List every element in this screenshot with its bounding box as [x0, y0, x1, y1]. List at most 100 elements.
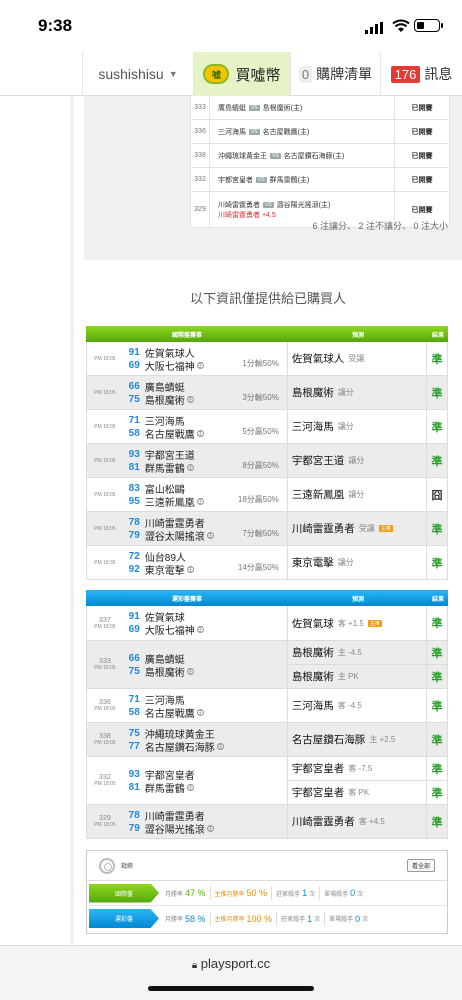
pick-team: 島根魔術 — [291, 671, 334, 683]
home-icon: 主 — [206, 531, 214, 539]
team-score: 78 — [128, 809, 140, 821]
team-name: 東京電擊 — [144, 565, 185, 577]
team-name: 名古屋戰鷹 — [144, 708, 195, 720]
table-row: 337 PM 18:05 91 佐賀氣球 69 大阪七福神主 佐賀氣球客 +1.5 主推準 — [86, 606, 448, 641]
team-score: 66 — [128, 652, 140, 664]
purchase-summary: 6 注讓分、 2 注不讓分、 0 注大小 — [312, 221, 448, 231]
pick-type: 讓分 — [337, 558, 354, 567]
team-score: 93 — [128, 768, 140, 780]
pick-team: 宇都宮皇者 — [291, 787, 345, 799]
pick-type: 受讓 — [358, 524, 375, 533]
time-text: PM 18:05 — [94, 623, 116, 630]
team-line: 81 群馬雷鶴主 — [123, 781, 287, 795]
time-text: PM 18:05 — [94, 491, 116, 498]
user-menu[interactable]: sushishisu ▼ — [82, 52, 194, 96]
game-time: 332 PM 18:05 — [87, 757, 123, 804]
result-mark: 準 — [431, 734, 443, 747]
pick-type: 讓分 — [337, 388, 354, 397]
browser-bar — [0, 945, 462, 1000]
team-score: 72 — [128, 550, 140, 562]
intl-table: 國際盤賽事 預測 結果 PM 18:05 91 佐賀氣球人 69 大阪七福神主 1分輸50% 佐… — [86, 326, 448, 580]
messages-button[interactable]: 176 訊息 — [380, 52, 462, 96]
cart-button[interactable]: 0 購牌清單 — [290, 52, 380, 96]
result-cell: 準 — [427, 410, 447, 443]
pick-type: 主 -4.5 — [337, 648, 362, 657]
team-score: 93 — [128, 448, 140, 460]
team-name: 群馬雷鶴 — [144, 463, 185, 475]
home-icon: 主 — [186, 463, 194, 471]
pick-type: 讓分 — [348, 456, 365, 465]
result-mark: 準 — [431, 353, 443, 366]
teams-cell: 78 川崎雷霆勇者 79 澀谷太陽搖滾主 7分輸50% — [123, 512, 288, 545]
game-time: 336 PM 18:05 — [87, 689, 123, 722]
result-mark: 準 — [431, 387, 443, 400]
team-score: 81 — [128, 461, 140, 473]
team-score: 83 — [128, 482, 140, 494]
lock-icon: 🔒︎ — [191, 960, 198, 971]
teams-cell: 78 川崎雷霆勇者 79 澀谷陽光搖滾主 — [123, 805, 288, 838]
handicap-result: 7分輸50% — [242, 529, 279, 538]
target-icon — [99, 857, 115, 874]
pick-cell: 三河海馬客 -4.5 — [288, 689, 427, 722]
handicap-result: 14分贏50% — [237, 563, 279, 572]
team-name: 群馬雷鶴 — [144, 783, 185, 795]
pick-team: 三河海馬 — [291, 700, 334, 712]
pick-team: 三河海馬 — [291, 421, 334, 433]
buy-coin-label: 買噓幣 — [235, 66, 281, 84]
record-title: 戰績 — [121, 864, 134, 870]
chevron-down-icon: ▼ — [168, 69, 178, 79]
team-name: 三遠新鳳凰 — [144, 497, 195, 509]
cart-label: 購牌清單 — [316, 66, 373, 82]
team-score: 71 — [128, 414, 140, 426]
pick-type: 客 PK — [348, 788, 370, 797]
home-icon: 主 — [216, 742, 224, 750]
game-number: 333 — [99, 658, 111, 665]
pick-line: 三河海馬 讓分 — [288, 410, 426, 443]
pick-cell: 三遠新鳳凰 讓分 — [288, 478, 427, 511]
local-table: 運彩盤賽事 預測 結果 337 PM 18:05 91 佐賀氣球 69 大阪七福神主佐賀氣球客… — [86, 590, 448, 839]
pick-line: 宇都宮皇者客 PK — [287, 780, 426, 804]
messages-label: 訊息 — [424, 66, 453, 82]
pick-line: 三遠新鳳凰 讓分 — [288, 478, 426, 511]
pick-line: 島根魔術主 PK — [287, 664, 426, 688]
pick-team: 島根魔術 — [291, 387, 334, 399]
view-all-button[interactable]: 看全部 — [406, 859, 435, 872]
team-name: 澀谷陽光搖滾 — [144, 824, 205, 836]
team-score: 79 — [128, 822, 140, 834]
home-icon: 主 — [186, 395, 194, 403]
game-number: 337 — [99, 616, 111, 624]
buy-coin-button[interactable]: 噓買噓幣 — [194, 52, 290, 96]
teams-cell: 66 廣島蜻蜓 75 島根魔術主 — [123, 641, 288, 688]
result-cell: 準 — [427, 512, 447, 545]
game-time: PM 18:05 — [87, 512, 123, 545]
result-mark: 囧 — [431, 489, 443, 502]
teams-cell: 75 沖繩琉球黃金王 77 名古屋鑽石海豚主 — [123, 723, 288, 756]
pick-cell: 東京電擊 讓分 — [288, 546, 427, 579]
result-mark: 準 — [427, 664, 447, 688]
pick-team: 三遠新鳳凰 — [291, 489, 345, 501]
url-text: playsport.cc — [200, 956, 271, 971]
pick-team: 島根魔術 — [291, 647, 334, 659]
table-row: 333 廣島蜻蜓 VS 島根魔術(主) 已開賽 — [190, 96, 450, 120]
table-header: 國際盤賽事 預測 結果 — [86, 326, 448, 342]
pick-type: 客 +4.5 — [358, 817, 385, 826]
team-score: 91 — [128, 346, 140, 358]
url-bar[interactable]: 🔒︎ playsport.cc — [0, 956, 462, 971]
time-text: PM 18:05 — [94, 423, 116, 430]
team-name: 島根魔術 — [144, 395, 185, 407]
game-number: 329 — [99, 815, 111, 822]
cart-count: 0 — [298, 65, 313, 83]
home-indicator[interactable] — [148, 986, 314, 991]
table-row: PM 18:05 83 富山松鷗 95 三遠新鳳凰主 18分贏50% 三遠新鳳凰 讓分囧 — [86, 478, 448, 512]
team-score: 69 — [128, 359, 140, 371]
table-row: 338 PM 18:05 75 沖繩琉球黃金王 77 名古屋鑽石海豚主名古屋鑽石海豚主 +… — [86, 723, 448, 757]
team-name: 島根魔術 — [144, 667, 185, 679]
table-row: 336 三河海馬 VS 名古屋戰鷹(主) 已開賽 — [190, 120, 450, 144]
game-time: PM 18:05 — [87, 342, 123, 375]
table-row: 338 沖繩琉球黃金王 VS 名古屋鑽石海豚(主) 已開賽 — [190, 144, 450, 168]
time-text: PM 18:35 — [94, 559, 116, 566]
wifi-icon — [392, 19, 410, 32]
team-score: 77 — [128, 740, 140, 752]
pick-cell: 三河海馬 讓分 — [288, 410, 427, 443]
signal-icon — [365, 22, 383, 34]
